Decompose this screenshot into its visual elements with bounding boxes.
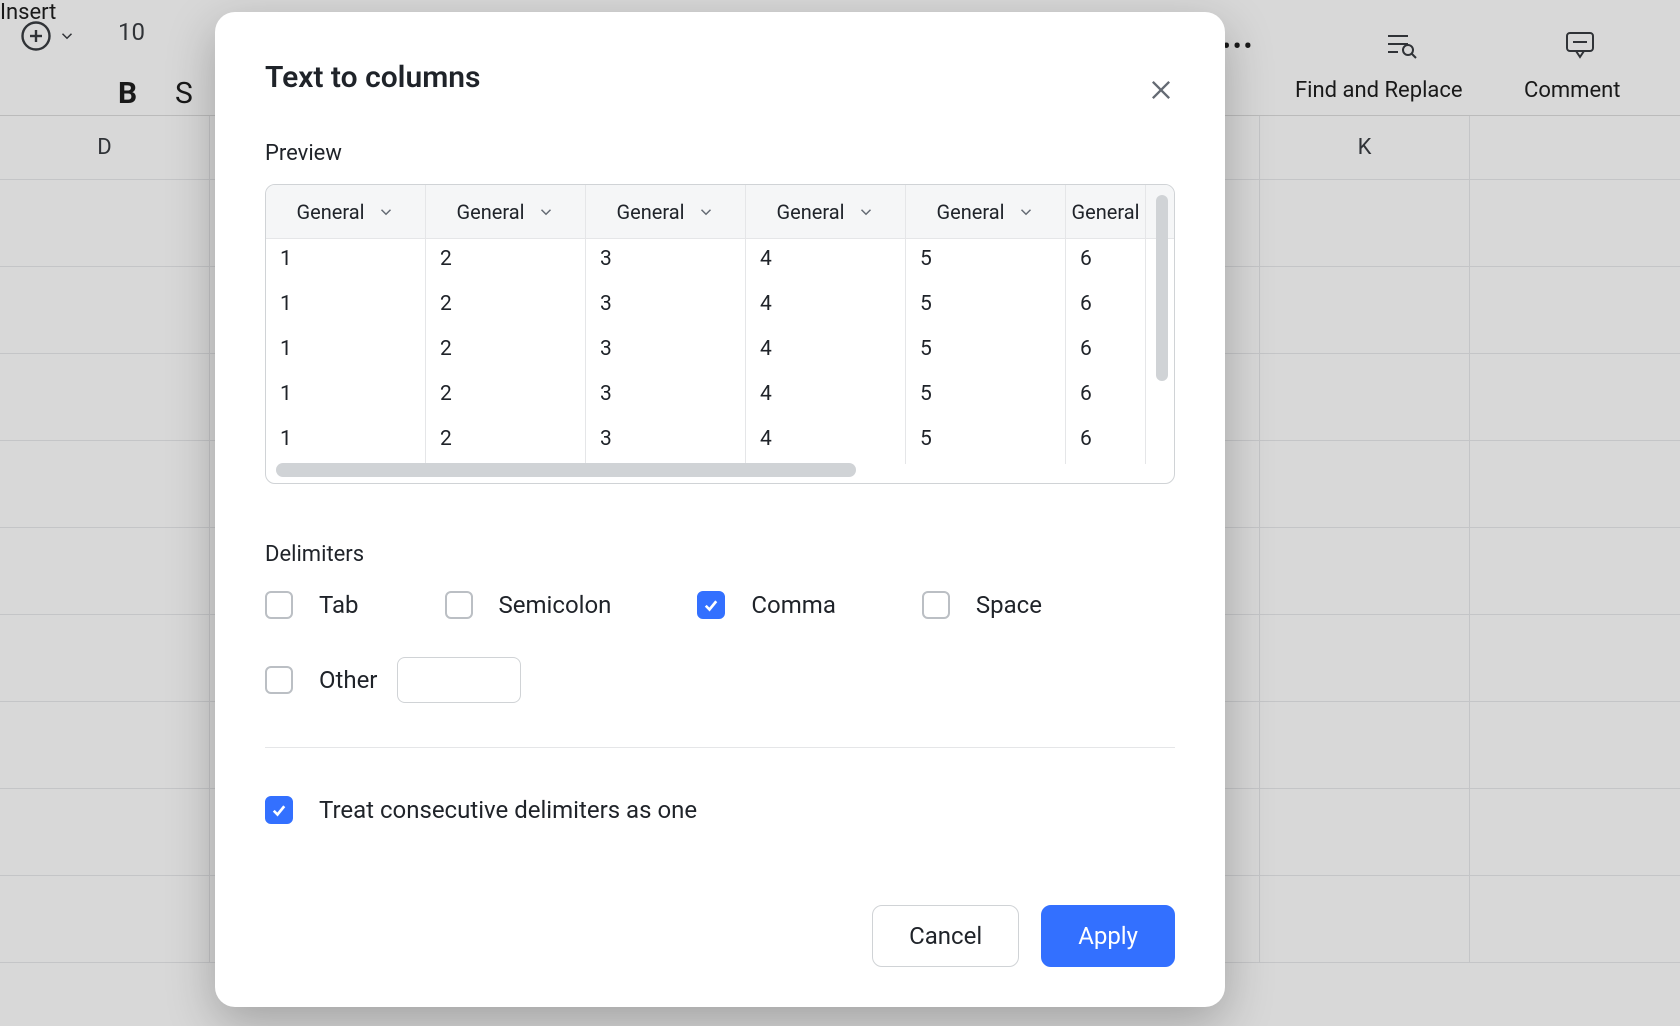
preview-label: Preview xyxy=(265,141,1175,166)
column-type-dropdown[interactable]: General xyxy=(746,185,906,238)
checkbox-label: Semicolon xyxy=(499,591,612,619)
preview-cell: 6 xyxy=(1066,239,1146,284)
preview-cell: 1 xyxy=(266,284,426,329)
delimiter-comma-checkbox[interactable]: Comma xyxy=(697,591,835,619)
delimiters-label: Delimiters xyxy=(265,542,1175,567)
column-type-label: General xyxy=(616,200,684,224)
checkbox-label: Space xyxy=(976,591,1042,619)
preview-vertical-scrollbar[interactable] xyxy=(1156,195,1168,381)
check-icon xyxy=(270,801,288,819)
preview-cell: 3 xyxy=(586,284,746,329)
preview-cell: 2 xyxy=(426,419,586,464)
preview-table: General General General General General … xyxy=(265,184,1175,484)
column-type-label: General xyxy=(456,200,524,224)
preview-row: 123456 xyxy=(266,329,1174,374)
divider xyxy=(265,747,1175,748)
chevron-down-icon xyxy=(1017,203,1035,221)
close-icon xyxy=(1147,76,1175,104)
delimiter-space-checkbox[interactable]: Space xyxy=(922,591,1042,619)
preview-cell: 1 xyxy=(266,239,426,284)
text-to-columns-dialog: Text to columns Preview General General … xyxy=(215,12,1225,1007)
preview-cell: 3 xyxy=(586,374,746,419)
checkbox-label: Other xyxy=(319,666,377,694)
close-button[interactable] xyxy=(1143,72,1179,108)
preview-cell: 4 xyxy=(746,239,906,284)
preview-horizontal-scrollbar[interactable] xyxy=(276,463,856,477)
preview-row: 123456 xyxy=(266,284,1174,329)
chevron-down-icon xyxy=(697,203,715,221)
cancel-button[interactable]: Cancel xyxy=(872,905,1019,967)
column-type-label: General xyxy=(936,200,1004,224)
preview-row: 123456 xyxy=(266,419,1174,464)
column-type-dropdown[interactable]: General xyxy=(586,185,746,238)
preview-header-row: General General General General General … xyxy=(266,185,1174,239)
preview-cell: 5 xyxy=(906,284,1066,329)
checkbox-label: Comma xyxy=(751,591,835,619)
preview-row: 123456 xyxy=(266,374,1174,419)
preview-row: 123456 xyxy=(266,239,1174,284)
delimiter-tab-checkbox[interactable]: Tab xyxy=(265,591,359,619)
preview-cell: 2 xyxy=(426,329,586,374)
checkbox-label: Treat consecutive delimiters as one xyxy=(319,796,697,824)
preview-cell: 6 xyxy=(1066,329,1146,374)
preview-cell: 4 xyxy=(746,329,906,374)
preview-cell: 5 xyxy=(906,419,1066,464)
preview-cell: 4 xyxy=(746,419,906,464)
preview-cell: 1 xyxy=(266,374,426,419)
checkbox-label: Tab xyxy=(319,591,359,619)
preview-cell: 2 xyxy=(426,284,586,329)
preview-cell: 1 xyxy=(266,419,426,464)
preview-cell: 2 xyxy=(426,239,586,284)
preview-cell: 2 xyxy=(426,374,586,419)
check-icon xyxy=(702,596,720,614)
preview-cell: 5 xyxy=(906,374,1066,419)
dialog-title: Text to columns xyxy=(265,60,1175,95)
preview-cell: 1 xyxy=(266,329,426,374)
delimiter-semicolon-checkbox[interactable]: Semicolon xyxy=(445,591,612,619)
column-type-label: General xyxy=(296,200,364,224)
column-type-dropdown[interactable]: General xyxy=(906,185,1066,238)
column-type-dropdown[interactable]: General xyxy=(1066,185,1146,238)
preview-cell: 6 xyxy=(1066,419,1146,464)
apply-button[interactable]: Apply xyxy=(1041,905,1175,967)
preview-cell: 5 xyxy=(906,329,1066,374)
chevron-down-icon xyxy=(857,203,875,221)
treat-consecutive-checkbox[interactable]: Treat consecutive delimiters as one xyxy=(265,796,1175,824)
delimiter-other-checkbox[interactable]: Other xyxy=(265,666,377,694)
preview-cell: 3 xyxy=(586,419,746,464)
chevron-down-icon xyxy=(537,203,555,221)
preview-cell: 4 xyxy=(746,374,906,419)
column-type-dropdown[interactable]: General xyxy=(266,185,426,238)
preview-cell: 4 xyxy=(746,284,906,329)
column-type-dropdown[interactable]: General xyxy=(426,185,586,238)
preview-cell: 3 xyxy=(586,329,746,374)
preview-cell: 3 xyxy=(586,239,746,284)
preview-cell: 6 xyxy=(1066,284,1146,329)
delimiter-other-input[interactable] xyxy=(397,657,521,703)
column-type-label: General xyxy=(776,200,844,224)
preview-cell: 6 xyxy=(1066,374,1146,419)
preview-cell: 5 xyxy=(906,239,1066,284)
chevron-down-icon xyxy=(377,203,395,221)
column-type-label: General xyxy=(1072,200,1140,224)
